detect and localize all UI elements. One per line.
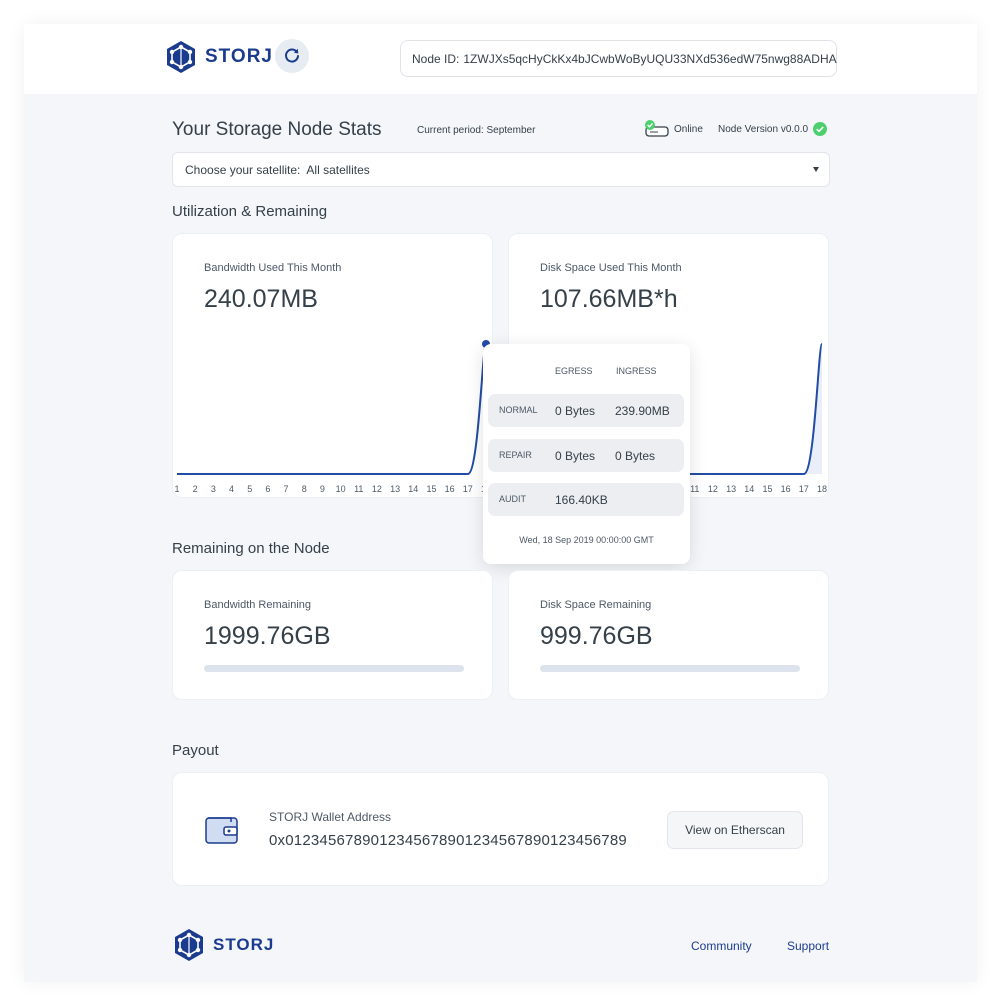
satellite-value: All satellites	[306, 162, 370, 177]
node-version-label: Node Version v0.0.0	[718, 123, 809, 135]
tooltip-row-audit: AUDIT 166.40KB	[488, 483, 684, 516]
egress-header: EGRESS	[555, 366, 593, 376]
wallet-label: STORJ Wallet Address	[269, 810, 392, 824]
row-egress: 0 Bytes	[555, 404, 596, 418]
x-tick-label: 9	[319, 484, 325, 494]
x-tick-label: 8	[301, 484, 307, 494]
payout-title: Payout	[172, 742, 219, 759]
disk-remaining-card: Disk Space Remaining 999.76GB	[508, 570, 829, 700]
bandwidth-remaining-value: 1999.76GB	[204, 622, 331, 650]
x-tick-label: 13	[726, 484, 737, 494]
wallet-icon	[205, 817, 238, 844]
bandwidth-remaining-card: Bandwidth Remaining 1999.76GB	[172, 570, 493, 700]
row-name: NORMAL	[499, 405, 538, 415]
community-link[interactable]: Community	[691, 939, 752, 953]
chevron-down-icon	[813, 167, 819, 172]
row-egress: 166.40KB	[555, 493, 608, 507]
x-tick-label: 14	[408, 484, 419, 494]
page-title: Your Storage Node Stats	[172, 119, 382, 140]
node-id-label: Node ID:	[412, 51, 460, 66]
node-version: Node Version v0.0.0	[718, 122, 828, 136]
header: STORJ Node ID: 1ZWJXs5qcHyCkKx4bJCwbWoBy…	[24, 24, 977, 94]
bandwidth-remaining-fill	[204, 665, 464, 672]
bandwidth-used-card: Bandwidth Used This Month 240.07MB 12345…	[172, 233, 493, 498]
row-name: AUDIT	[499, 494, 526, 504]
x-tick-label: 14	[744, 484, 755, 494]
row-name: REPAIR	[499, 450, 532, 460]
bandwidth-remaining-bar	[204, 665, 464, 672]
x-tick-label: 5	[247, 484, 253, 494]
x-tick-label: 4	[229, 484, 235, 494]
disk-remaining-label: Disk Space Remaining	[540, 599, 652, 611]
storj-logo-icon	[167, 41, 195, 73]
x-tick-label: 12	[707, 484, 718, 494]
x-tick-label: 6	[265, 484, 271, 494]
disk-remaining-fill	[540, 665, 800, 672]
bandwidth-x-axis: 123456789101112131415161718	[173, 484, 493, 498]
x-tick-label: 12	[371, 484, 382, 494]
x-tick-label: 17	[798, 484, 809, 494]
app-frame: STORJ Node ID: 1ZWJXs5qcHyCkKx4bJCwbWoBy…	[24, 24, 977, 982]
x-tick-label: 11	[354, 484, 364, 494]
footer-logo[interactable]: STORJ	[172, 928, 274, 962]
x-tick-label: 11	[690, 484, 700, 494]
remaining-title: Remaining on the Node	[172, 540, 330, 557]
x-tick-label: 1	[174, 484, 180, 494]
chart-tooltip: EGRESS INGRESS NORMAL 0 Bytes 239.90MB R…	[483, 344, 690, 564]
x-tick-label: 16	[780, 484, 791, 494]
tooltip-date: Wed, 18 Sep 2019 00:00:00 GMT	[519, 535, 654, 545]
ingress-header: INGRESS	[616, 366, 657, 376]
x-tick-label: 17	[462, 484, 473, 494]
disk-remaining-bar	[540, 665, 800, 672]
node-disk-icon	[645, 120, 669, 137]
payout-card: STORJ Wallet Address 0x01234567890123456…	[172, 772, 829, 886]
x-tick-label: 18	[816, 484, 828, 494]
x-tick-label: 2	[192, 484, 198, 494]
wallet-address: 0x01234567890123456789012345678901234567…	[269, 832, 627, 849]
online-status: Online	[644, 119, 703, 139]
x-tick-label: 7	[283, 484, 289, 494]
satellite-label: Choose your satellite:	[185, 162, 301, 177]
refresh-button[interactable]	[275, 39, 309, 73]
online-label: Online	[674, 123, 703, 135]
x-tick-label: 10	[335, 484, 346, 494]
x-tick-label: 16	[444, 484, 455, 494]
brand-name: STORJ	[205, 46, 274, 67]
check-circle-icon	[813, 122, 828, 136]
footer-brand-name: STORJ	[213, 935, 275, 954]
x-tick-label: 3	[210, 484, 216, 494]
support-link[interactable]: Support	[787, 939, 829, 953]
refresh-icon	[285, 48, 299, 63]
x-tick-label: 15	[426, 484, 437, 494]
tooltip-row-repair: REPAIR 0 Bytes 0 Bytes	[488, 439, 684, 472]
x-tick-label: 13	[390, 484, 401, 494]
utilization-title: Utilization & Remaining	[172, 203, 328, 220]
node-id-field[interactable]: Node ID: 1ZWJXs5qcHyCkKx4bJCwbWoByUQU33N…	[400, 40, 837, 77]
current-period: Current period: September	[417, 125, 536, 136]
view-on-etherscan-button[interactable]: View on Etherscan	[667, 811, 803, 849]
satellite-selector[interactable]: Choose your satellite: All satellites	[172, 152, 830, 187]
tooltip-row-normal: NORMAL 0 Bytes 239.90MB	[488, 394, 684, 427]
x-tick-label: 15	[762, 484, 773, 494]
storj-logo-icon	[175, 929, 203, 961]
bandwidth-chart[interactable]	[173, 234, 494, 499]
row-ingress: 0 Bytes	[615, 449, 656, 463]
disk-remaining-value: 999.76GB	[540, 622, 653, 650]
row-ingress: 239.90MB	[615, 404, 670, 418]
node-id-value: 1ZWJXs5qcHyCkKx4bJCwbWoByUQU33NXd536edW7…	[463, 51, 837, 66]
storj-logo[interactable]: STORJ	[164, 40, 273, 74]
row-egress: 0 Bytes	[555, 449, 596, 463]
series-line	[177, 343, 487, 475]
bandwidth-remaining-label: Bandwidth Remaining	[204, 599, 312, 611]
